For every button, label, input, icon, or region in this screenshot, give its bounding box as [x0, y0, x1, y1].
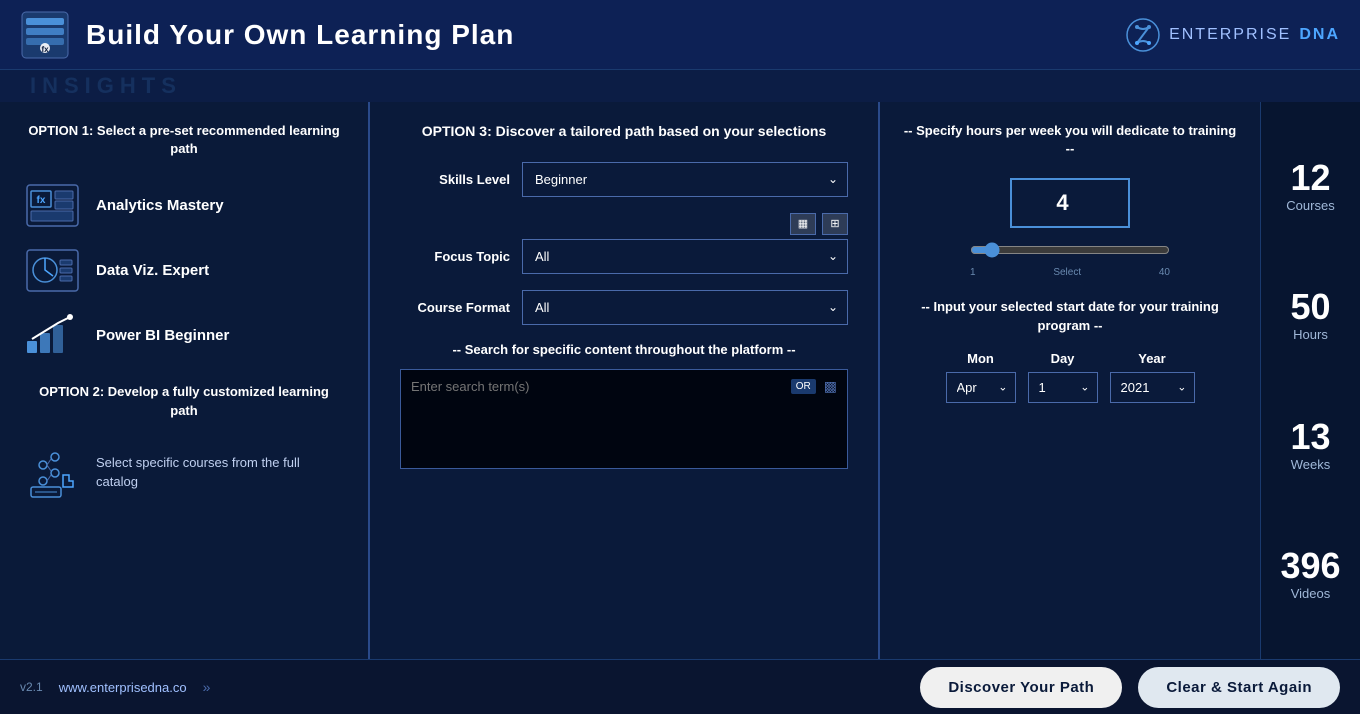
hours-stat: 50 Hours — [1290, 289, 1330, 342]
month-field: Mon JanFebMar AprMayJun JulAugSep OctNov… — [946, 351, 1016, 403]
dna-icon — [1125, 17, 1161, 53]
date-section: Mon JanFebMar AprMayJun JulAugSep OctNov… — [900, 351, 1240, 403]
format-filter-row: Course Format All Video Course Workshop … — [400, 290, 848, 325]
dna-label: DNA — [1299, 26, 1340, 44]
version-label: v2.1 — [20, 680, 43, 694]
weeks-stat: 13 Weeks — [1290, 419, 1330, 472]
month-label: Mon — [967, 351, 994, 366]
filter-icons-row: ▦ ⊞ — [400, 213, 848, 235]
clear-start-again-button[interactable]: Clear & Start Again — [1138, 667, 1340, 708]
app-header: fx Build Your Own Learning Plan ENTERPRI… — [0, 0, 1360, 70]
day-select[interactable]: 12510 1519202531 — [1028, 372, 1098, 403]
format-label: Course Format — [400, 300, 510, 315]
option2-heading: OPTION 2: Develop a fully customized lea… — [25, 383, 343, 419]
analytics-icon: fx — [25, 183, 80, 228]
page-title: Build Your Own Learning Plan — [86, 19, 514, 51]
main-content: OPTION 1: Select a pre-set recommended l… — [0, 102, 1360, 659]
middle-panel: OPTION 3: Discover a tailored path based… — [370, 102, 880, 659]
year-select[interactable]: 202020212022 20232024 — [1110, 372, 1195, 403]
skills-label: Skills Level — [400, 172, 510, 187]
slider-labels: 1 Select 40 — [970, 267, 1170, 278]
courses-label: Courses — [1286, 198, 1334, 213]
discover-path-button[interactable]: Discover Your Path — [920, 667, 1122, 708]
month-select[interactable]: JanFebMar AprMayJun JulAugSep OctNovDec — [946, 372, 1016, 403]
left-panel: OPTION 1: Select a pre-set recommended l… — [0, 102, 370, 659]
skills-select[interactable]: Beginner Intermediate Advanced — [522, 162, 848, 197]
list-item[interactable]: fx Analytics Mastery — [25, 173, 343, 238]
footer: v2.1 www.enterprisedna.co » Discover You… — [0, 659, 1360, 714]
website-url: www.enterprisedna.co — [59, 680, 187, 695]
dataviz-icon — [25, 248, 80, 293]
hours-number: 50 — [1290, 289, 1330, 325]
search-heading: -- Search for specific content throughou… — [400, 341, 848, 359]
day-field: Day 12510 1519202531 ⌄ — [1028, 351, 1098, 403]
footer-buttons: Discover Your Path Clear & Start Again — [920, 667, 1340, 708]
weeks-number: 13 — [1290, 419, 1330, 455]
right-panel: -- Specify hours per week you will dedic… — [880, 102, 1260, 659]
app-logo-icon: fx — [20, 10, 70, 60]
svg-text:fx: fx — [37, 195, 46, 206]
slider-max-label: 40 — [1159, 267, 1170, 278]
year-field: Year 202020212022 20232024 ⌄ — [1110, 351, 1195, 403]
option2-section: OPTION 2: Develop a fully customized lea… — [25, 383, 343, 509]
list-item[interactable]: Power BI Beginner — [25, 303, 343, 368]
arrows-icon: » — [203, 679, 211, 695]
courses-stat: 12 Courses — [1286, 160, 1334, 213]
videos-label: Videos — [1291, 586, 1331, 601]
grid-icon[interactable]: ⊞ — [822, 213, 848, 235]
year-select-wrapper: 202020212022 20232024 ⌄ — [1110, 372, 1195, 403]
skills-select-wrapper: Beginner Intermediate Advanced ⌄ — [522, 162, 848, 197]
format-select[interactable]: All Video Course Workshop — [522, 290, 848, 325]
powerbi-icon — [25, 313, 80, 358]
option3-heading: OPTION 3: Discover a tailored path based… — [400, 122, 848, 142]
videos-stat: 396 Videos — [1280, 548, 1340, 601]
option1-heading: OPTION 1: Select a pre-set recommended l… — [25, 122, 343, 158]
hours-input[interactable] — [1010, 178, 1130, 228]
focus-label: Focus Topic — [400, 249, 510, 264]
focus-filter-row: Focus Topic All Power BI Python DAX SQL … — [400, 239, 848, 274]
svg-text:fx: fx — [41, 45, 49, 54]
search-filter-icon[interactable]: ▩ — [824, 378, 837, 395]
videos-number: 396 — [1280, 548, 1340, 584]
search-box: OR ▩ — [400, 369, 848, 469]
month-select-wrapper: JanFebMar AprMayJun JulAugSep OctNovDec … — [946, 372, 1016, 403]
slider-section: 1 Select 40 — [900, 178, 1240, 278]
option2-content[interactable]: Select specific courses from the full ca… — [25, 435, 343, 510]
insights-band-text: INSIGHTS — [30, 73, 182, 99]
enterprise-label: ENTERPRISE — [1169, 26, 1291, 44]
hours-heading: -- Specify hours per week you will dedic… — [900, 122, 1240, 158]
search-input[interactable] — [411, 379, 783, 394]
day-select-wrapper: 12510 1519202531 ⌄ — [1028, 372, 1098, 403]
day-label: Day — [1051, 351, 1075, 366]
header-left: fx Build Your Own Learning Plan — [20, 10, 514, 60]
slider-select-label: Select — [1053, 267, 1081, 278]
search-box-top: OR ▩ — [411, 378, 837, 395]
enterprise-dna-logo: ENTERPRISE DNA — [1125, 17, 1340, 53]
focus-select[interactable]: All Power BI Python DAX SQL — [522, 239, 848, 274]
date-heading: -- Input your selected start date for yo… — [900, 298, 1240, 334]
weeks-label: Weeks — [1291, 457, 1331, 472]
slider-min-label: 1 — [970, 267, 976, 278]
skills-filter-row: Skills Level Beginner Intermediate Advan… — [400, 162, 848, 197]
filter-icon[interactable]: ▦ — [790, 213, 816, 235]
insights-band: INSIGHTS — [0, 70, 1360, 102]
dataviz-label: Data Viz. Expert — [96, 262, 209, 279]
stats-sidebar: 12 Courses 50 Hours 13 Weeks 396 Videos — [1260, 102, 1360, 659]
list-item[interactable]: Data Viz. Expert — [25, 238, 343, 303]
analytics-mastery-label: Analytics Mastery — [96, 197, 224, 214]
powerbi-label: Power BI Beginner — [96, 327, 229, 344]
year-label: Year — [1138, 351, 1165, 366]
option2-sub-label: Select specific courses from the full ca… — [96, 453, 343, 492]
catalog-icon — [25, 445, 80, 500]
courses-number: 12 — [1290, 160, 1330, 196]
hours-slider[interactable] — [970, 242, 1170, 258]
hours-label: Hours — [1293, 327, 1328, 342]
or-badge: OR — [791, 379, 816, 394]
header-right: ENTERPRISE DNA — [1125, 17, 1340, 53]
format-select-wrapper: All Video Course Workshop ⌄ — [522, 290, 848, 325]
footer-left: v2.1 www.enterprisedna.co » — [20, 679, 210, 695]
focus-select-wrapper: All Power BI Python DAX SQL ⌄ — [522, 239, 848, 274]
